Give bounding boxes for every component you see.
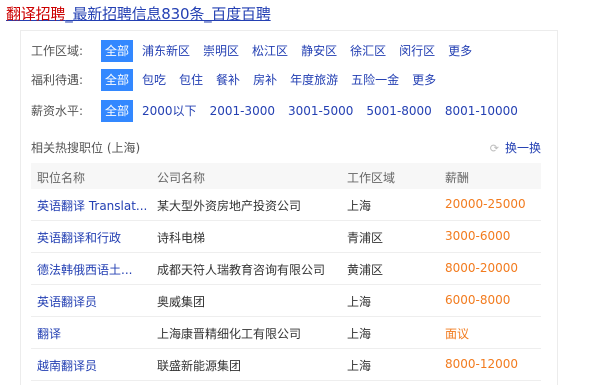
filter-option[interactable]: 餐补 bbox=[212, 69, 244, 91]
filter-option[interactable]: 崇明区 bbox=[199, 40, 243, 62]
company-name: 联盛新能源集团 bbox=[157, 359, 242, 373]
filter-row: 福利待遇: 全部 包吃 包住 餐补 房补 年度旅游 五险一金 更多 bbox=[31, 69, 445, 91]
hot-jobs-header: 相关热搜职位 (上海) ⟳ 换一换 bbox=[31, 136, 541, 158]
filter-option[interactable]: 年度旅游 bbox=[286, 69, 342, 91]
filter-option[interactable]: 浦东新区 bbox=[138, 40, 194, 62]
filter-row: 工作区域: 全部 浦东新区 崇明区 松江区 静安区 徐汇区 闵行区 更多 bbox=[31, 40, 481, 62]
company-name: 奥威集团 bbox=[157, 295, 206, 309]
salary: 6000-8000 bbox=[445, 293, 511, 307]
salary: 8000-20000 bbox=[445, 261, 519, 275]
work-area: 上海 bbox=[347, 295, 372, 309]
hot-jobs-title: 相关热搜职位 (上海) bbox=[31, 141, 141, 155]
work-area: 黄浦区 bbox=[347, 263, 384, 277]
work-area: 上海 bbox=[347, 327, 372, 341]
filter-option[interactable]: 2000以下 bbox=[138, 100, 201, 122]
job-title-link[interactable]: 英语翻译员 bbox=[37, 293, 149, 310]
salary: 面议 bbox=[445, 327, 470, 341]
filter-option[interactable]: 全部 bbox=[101, 40, 134, 62]
column-header-company: 公司名称 bbox=[157, 171, 206, 185]
table-row: 英语翻译员 奥威集团 上海 6000-8000 bbox=[31, 285, 541, 317]
company-name: 上海康晋精细化工有限公司 bbox=[157, 327, 302, 341]
job-title-link[interactable]: 翻译 bbox=[37, 325, 149, 342]
filter-option[interactable]: 五险一金 bbox=[347, 69, 403, 91]
filter-option[interactable]: 包住 bbox=[175, 69, 207, 91]
column-header-salary: 薪酬 bbox=[445, 171, 470, 185]
filter-option[interactable]: 5001-8000 bbox=[362, 100, 435, 122]
filter-option[interactable]: 徐汇区 bbox=[346, 40, 390, 62]
filter-label: 薪资水平: bbox=[31, 104, 84, 118]
filter-label: 福利待遇: bbox=[31, 73, 84, 87]
filter-option[interactable]: 房补 bbox=[249, 69, 281, 91]
job-card: 工作区域: 全部 浦东新区 崇明区 松江区 静安区 徐汇区 闵行区 更多 福利待遇: 全部 包吃 包住餐… bbox=[20, 30, 558, 385]
filter-option[interactable]: 静安区 bbox=[297, 40, 341, 62]
filter-option[interactable]: 3001-5000 bbox=[284, 100, 357, 122]
table-row: 英语翻译 Translat... 某大型外资房地产投资公司 上海 20000-2500… bbox=[31, 189, 541, 221]
work-area: 青浦区 bbox=[347, 231, 384, 245]
filter-option[interactable]: 闵行区 bbox=[395, 40, 439, 62]
filter-option[interactable]: 包吃 bbox=[138, 69, 170, 91]
salary: 20000-25000 bbox=[445, 197, 526, 211]
jobs-table-body: 英语翻译 Translat... 某大型外资房地产投资公司 上海 20000-2500… bbox=[31, 189, 541, 381]
filter-option[interactable]: 8001-10000 bbox=[441, 100, 522, 122]
table-row: 翻译 上海康晋精细化工有限公司 上海 面议 bbox=[31, 317, 541, 349]
job-title-link[interactable]: 越南翻译员 bbox=[37, 357, 149, 374]
company-name: 某大型外资房地产投资公司 bbox=[157, 199, 302, 213]
work-area: 上海 bbox=[347, 359, 372, 373]
filter-option[interactable]: 2001-3000 bbox=[206, 100, 279, 122]
refresh-button[interactable]: ⟳ 换一换 bbox=[490, 139, 541, 156]
filter-option[interactable]: 全部 bbox=[101, 69, 134, 91]
work-area: 上海 bbox=[347, 199, 372, 213]
salary: 8000-12000 bbox=[445, 357, 519, 371]
refresh-label: 换一换 bbox=[504, 141, 541, 155]
refresh-icon: ⟳ bbox=[489, 142, 499, 155]
salary: 3000-6000 bbox=[445, 229, 511, 243]
company-name: 诗科电梯 bbox=[157, 231, 206, 245]
filter-row: 薪资水平: 全部 2000以下 2001-3000 3001-5000 5001-8000… bbox=[31, 100, 527, 122]
column-header-area: 工作区域 bbox=[347, 171, 396, 185]
job-title-link[interactable]: 英语翻译和行政 bbox=[37, 229, 149, 246]
table-row: 越南翻译员 联盛新能源集团 上海 8000-12000 bbox=[31, 349, 541, 381]
filter-label: 工作区域: bbox=[31, 44, 84, 58]
filter-option[interactable]: 松江区 bbox=[248, 40, 292, 62]
job-title-link[interactable]: 英语翻译 Translat... bbox=[37, 197, 149, 214]
job-title-link[interactable]: 德法韩俄西语土... bbox=[37, 261, 149, 278]
filter-option[interactable]: 更多 bbox=[444, 40, 476, 62]
filter-option[interactable]: 全部 bbox=[101, 100, 134, 122]
result-title-link[interactable]: 翻译招聘_最新招聘信息830条_百度百聘 bbox=[6, 3, 271, 24]
table-row: 德法韩俄西语土... 成都天符人瑞教育咨询有限公司 黄浦区 8000-20000 bbox=[31, 253, 541, 285]
filter-option[interactable]: 更多 bbox=[408, 69, 440, 91]
result-title-keyword: 翻译招聘 bbox=[6, 5, 66, 23]
result-title-rest: _最新招聘信息830条_百度百聘 bbox=[65, 5, 271, 23]
column-header-position: 职位名称 bbox=[37, 171, 86, 185]
company-name: 成都天符人瑞教育咨询有限公司 bbox=[157, 263, 326, 277]
table-header: 职位名称 公司名称 工作区域 薪酬 bbox=[31, 163, 541, 189]
table-row: 英语翻译和行政 诗科电梯 青浦区 3000-6000 bbox=[31, 221, 541, 253]
